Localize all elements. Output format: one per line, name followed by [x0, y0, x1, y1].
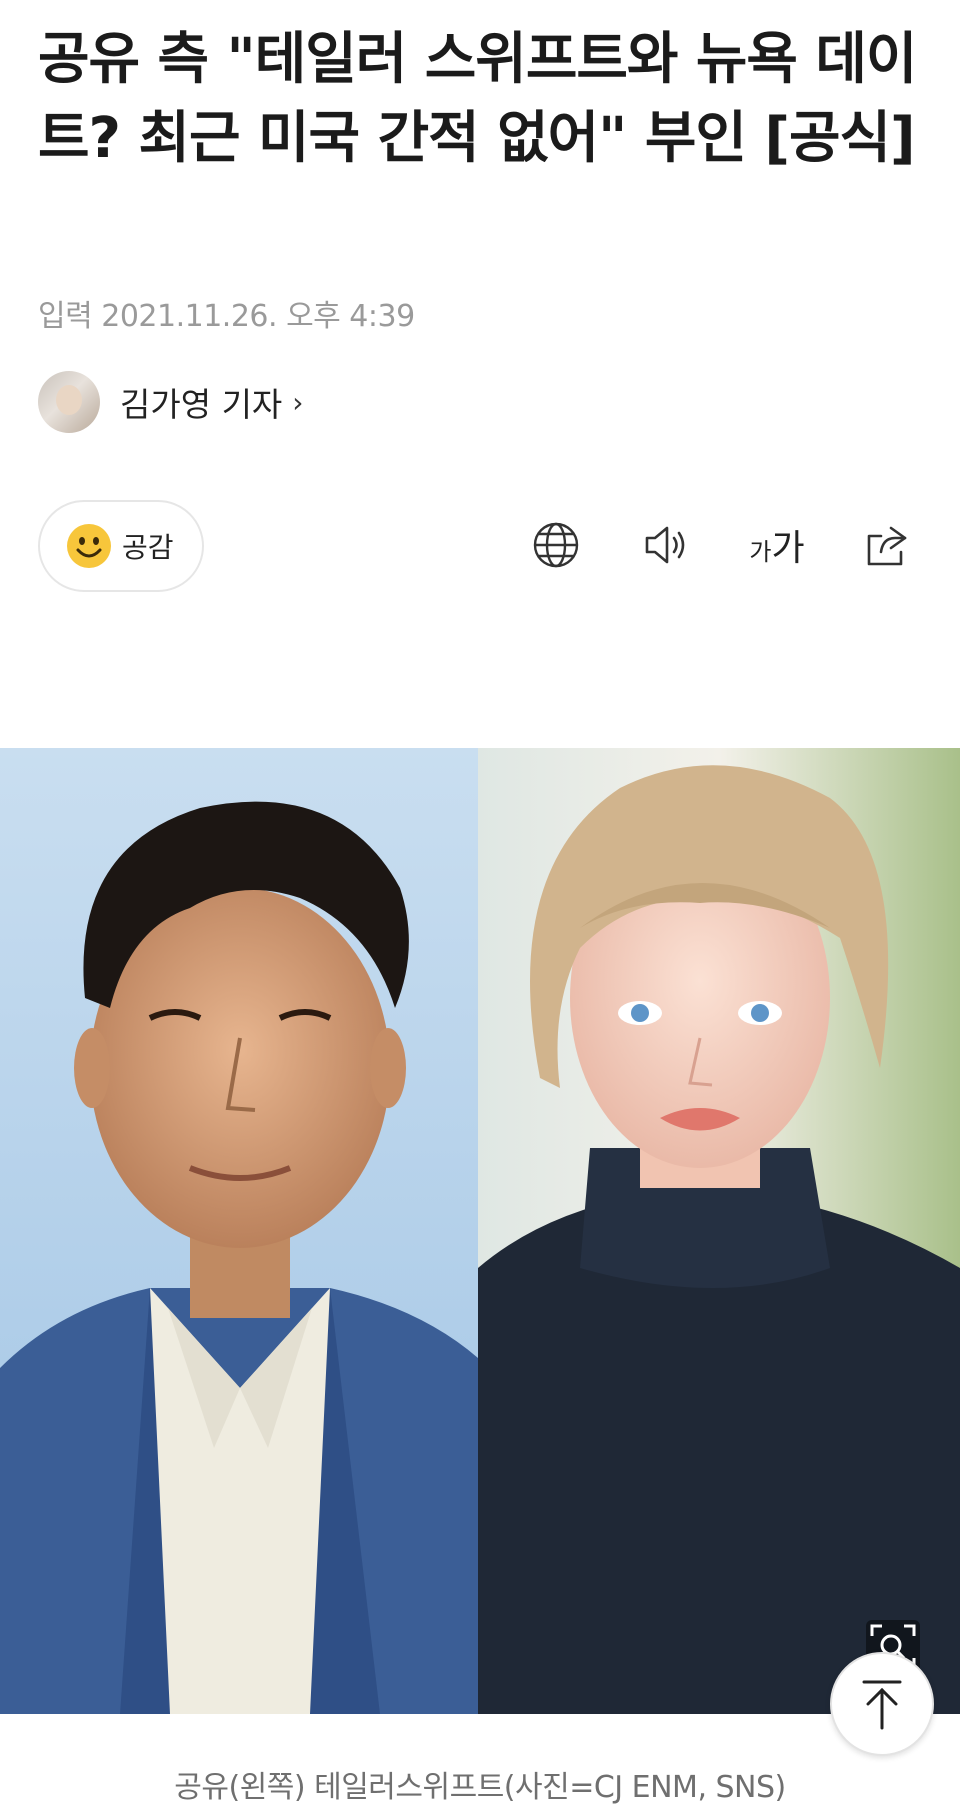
- author-link[interactable]: 김가영 기자 ›: [38, 370, 304, 434]
- article-date: 입력 2021.11.26. 오후 4:39: [38, 299, 415, 334]
- like-label: 공감: [122, 531, 174, 564]
- photo-illustration: [0, 748, 960, 1714]
- article-title: 공유 측 "테일러 스위프트와 뉴욕 데이트? 최근 미국 간적 없어" 부인 …: [38, 27, 917, 171]
- like-button[interactable]: 공감: [38, 500, 204, 592]
- arrow-up-icon: [862, 1680, 902, 1730]
- font-size-label: 가가: [749, 528, 805, 569]
- font-size-button[interactable]: 가가: [742, 515, 812, 575]
- article-photo[interactable]: [0, 748, 960, 1714]
- globe-icon: [533, 522, 579, 568]
- translate-button[interactable]: [526, 515, 586, 575]
- author-avatar: [38, 371, 100, 433]
- listen-button[interactable]: [636, 515, 696, 575]
- chevron-right-icon: ›: [292, 385, 304, 419]
- smile-emoji-icon: [67, 524, 111, 568]
- author-name: 김가영 기자: [120, 385, 283, 424]
- share-icon: [867, 526, 907, 566]
- share-button[interactable]: [856, 515, 916, 575]
- speaker-icon: [645, 526, 685, 564]
- scroll-top-button[interactable]: [830, 1652, 934, 1756]
- photo-caption: 공유(왼쪽) 테일러스위프트(사진=CJ ENM, SNS): [174, 1770, 786, 1805]
